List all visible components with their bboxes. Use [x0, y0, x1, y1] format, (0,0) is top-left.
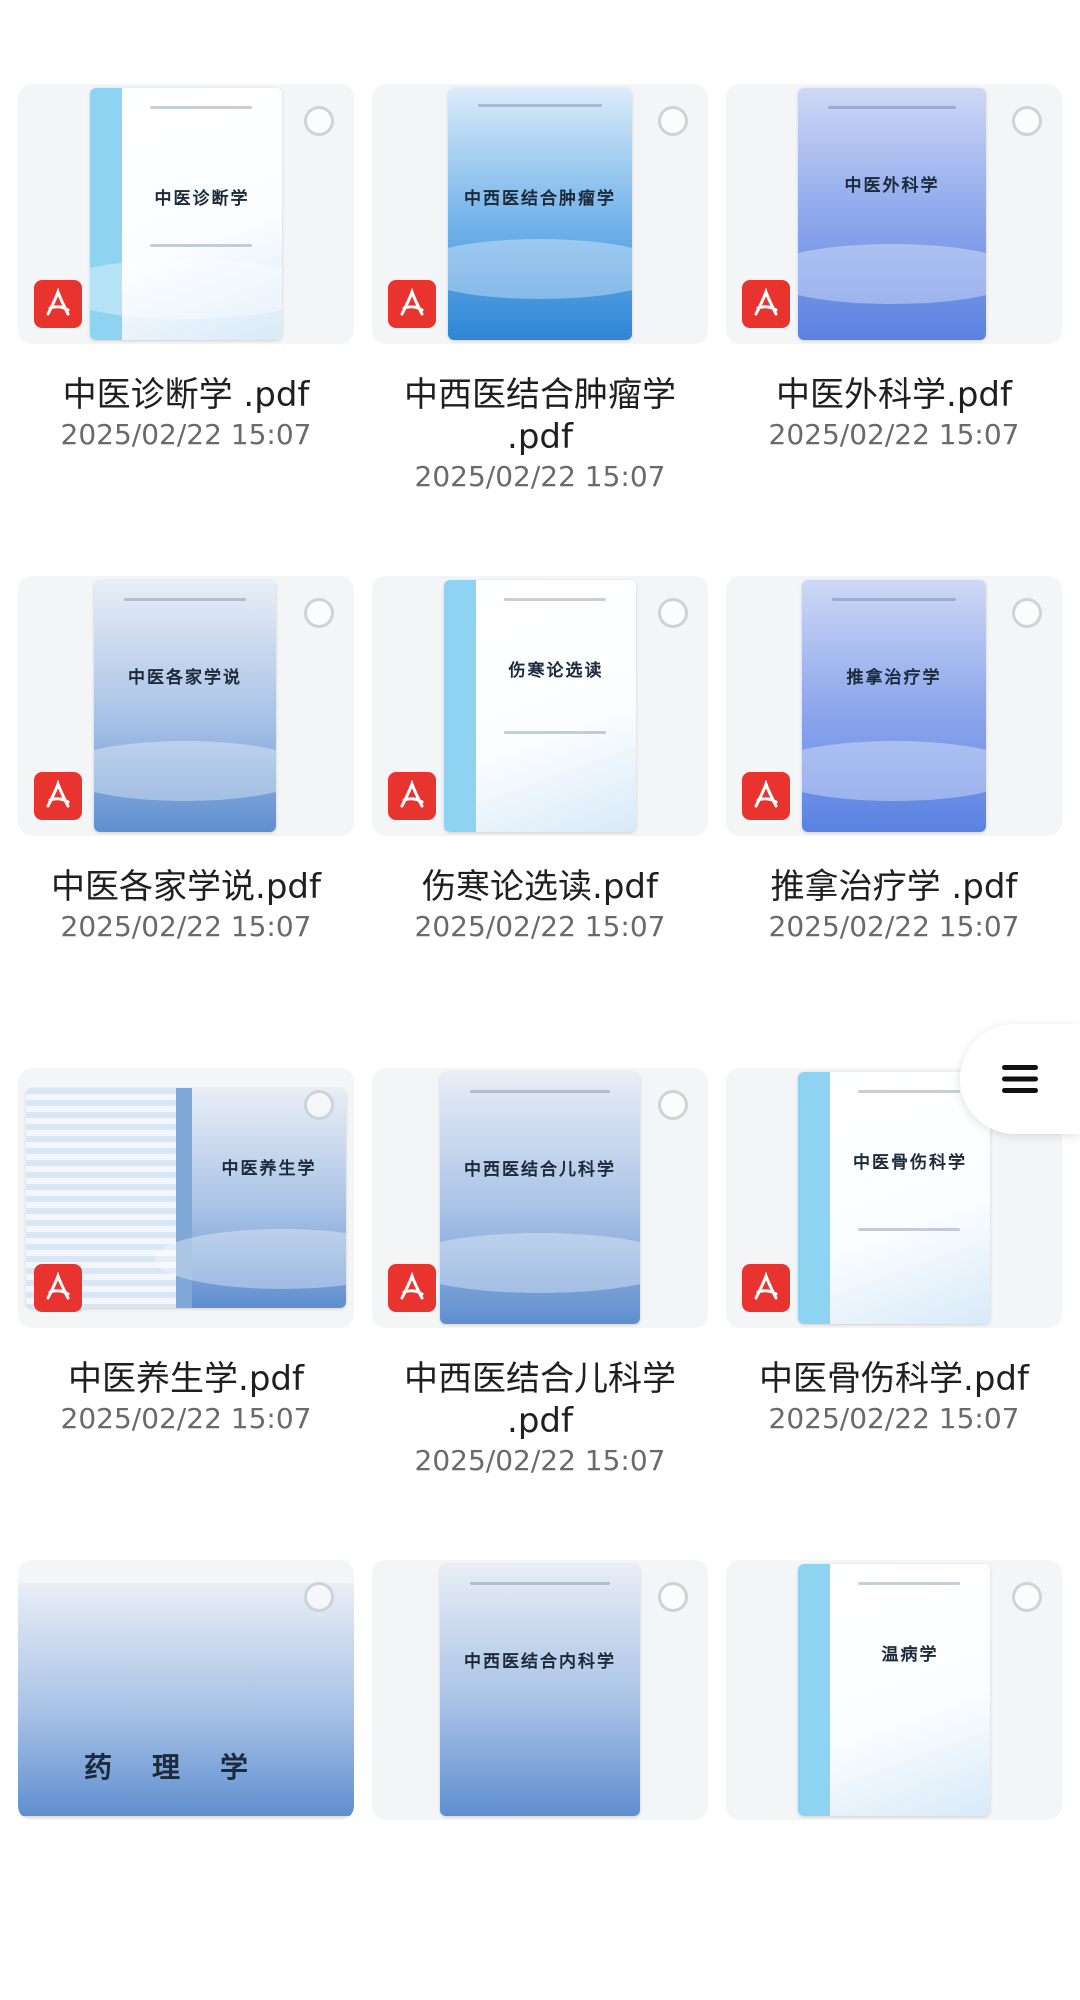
file-item[interactable]: 中西医结合儿科学 中西医结合儿科学 .pdf 2025/02/22 15:07: [372, 1068, 708, 1508]
cover-title: 中医诊断学: [154, 188, 250, 209]
file-item[interactable]: 药理学: [18, 1560, 354, 2000]
book-cover: 伤寒论选读: [444, 580, 636, 832]
select-circle-icon[interactable]: [658, 106, 688, 136]
cover-title: 中医各家学说: [128, 668, 242, 689]
file-date: 2025/02/22 15:07: [60, 1402, 312, 1435]
select-circle-icon[interactable]: [304, 598, 334, 628]
pdf-icon: [388, 280, 436, 328]
cover-title: 推拿治疗学: [846, 668, 942, 689]
file-thumbnail[interactable]: 中西医结合内科学: [372, 1560, 708, 1820]
pdf-icon: [742, 1264, 790, 1312]
file-item[interactable]: 中医骨伤科学 中医骨伤科学.pdf 2025/02/22 15:07: [726, 1068, 1062, 1508]
menu-button[interactable]: [960, 1024, 1080, 1134]
file-date: 2025/02/22 15:07: [414, 460, 666, 493]
file-name: 中医养生学.pdf: [68, 1359, 304, 1399]
file-item[interactable]: 中医外科学 中医外科学.pdf 2025/02/22 15:07: [726, 84, 1062, 524]
menu-icon: [1002, 1065, 1038, 1093]
file-name: 伤寒论选读.pdf: [422, 867, 658, 907]
select-circle-icon[interactable]: [304, 1582, 334, 1612]
select-circle-icon[interactable]: [1012, 106, 1042, 136]
file-item[interactable]: 中西医结合肿瘤学 中西医结合肿瘤学 .pdf 2025/02/22 15:07: [372, 84, 708, 524]
file-date: 2025/02/22 15:07: [60, 418, 312, 451]
pdf-icon: [34, 772, 82, 820]
cover-title: 药理学: [83, 1751, 288, 1785]
file-date: 2025/02/22 15:07: [768, 910, 1020, 943]
select-circle-icon[interactable]: [658, 1582, 688, 1612]
file-item[interactable]: 中医诊断学 中医诊断学 .pdf 2025/02/22 15:07: [18, 84, 354, 524]
file-thumbnail[interactable]: 药理学: [18, 1560, 354, 1820]
book-cover: 中医骨伤科学: [798, 1072, 990, 1324]
pdf-icon: [742, 772, 790, 820]
file-name: 推拿治疗学 .pdf: [770, 867, 1018, 907]
select-circle-icon[interactable]: [304, 106, 334, 136]
file-name: 中医外科学.pdf: [776, 375, 1012, 415]
cover-title: 中医骨伤科学: [853, 1152, 967, 1173]
book-cover: 温病学: [798, 1564, 990, 1816]
book-cover: 中西医结合儿科学: [440, 1072, 640, 1324]
file-date: 2025/02/22 15:07: [768, 1402, 1020, 1435]
file-thumbnail[interactable]: 推拿治疗学: [726, 576, 1062, 836]
book-cover: 中医外科学: [798, 88, 986, 340]
file-date: 2025/02/22 15:07: [414, 1444, 666, 1477]
select-circle-icon[interactable]: [658, 1090, 688, 1120]
book-cover: 推拿治疗学: [802, 580, 986, 832]
cover-title: 温病学: [881, 1644, 939, 1665]
file-thumbnail[interactable]: 中医各家学说: [18, 576, 354, 836]
select-circle-icon[interactable]: [658, 598, 688, 628]
file-item[interactable]: 中医养生学 中医养生学.pdf 2025/02/22 15:07: [18, 1068, 354, 1508]
file-date: 2025/02/22 15:07: [60, 910, 312, 943]
file-thumbnail[interactable]: 中医养生学: [18, 1068, 354, 1328]
file-thumbnail[interactable]: 中医诊断学: [18, 84, 354, 344]
cover-title: 中西医结合内科学: [464, 1652, 616, 1673]
pdf-icon: [34, 1264, 82, 1312]
file-date: 2025/02/22 15:07: [768, 418, 1020, 451]
file-name: 中西医结合儿科学 .pdf: [404, 1359, 676, 1441]
file-thumbnail[interactable]: 温病学: [726, 1560, 1062, 1820]
pdf-icon: [742, 280, 790, 328]
file-item[interactable]: 中西医结合内科学: [372, 1560, 708, 2000]
pdf-icon: [34, 280, 82, 328]
file-item[interactable]: 伤寒论选读 伤寒论选读.pdf 2025/02/22 15:07: [372, 576, 708, 1016]
file-name: 中医各家学说.pdf: [51, 867, 321, 907]
cover-title: 中西医结合肿瘤学: [464, 188, 616, 209]
file-thumbnail[interactable]: 中西医结合肿瘤学: [372, 84, 708, 344]
book-cover: 中医诊断学: [90, 88, 282, 340]
cover-title: 中西医结合儿科学: [464, 1160, 616, 1181]
file-thumbnail[interactable]: 伤寒论选读: [372, 576, 708, 836]
file-thumbnail[interactable]: 中医外科学: [726, 84, 1062, 344]
file-name: 中西医结合肿瘤学 .pdf: [404, 375, 676, 457]
book-cover: 药理学: [18, 1584, 354, 1816]
cover-title: 中医养生学: [221, 1159, 317, 1179]
file-item[interactable]: 推拿治疗学 推拿治疗学 .pdf 2025/02/22 15:07: [726, 576, 1062, 1016]
file-item[interactable]: 温病学: [726, 1560, 1062, 2000]
book-cover: 中西医结合肿瘤学: [448, 88, 632, 340]
select-circle-icon[interactable]: [304, 1090, 334, 1120]
file-item[interactable]: 中医各家学说 中医各家学说.pdf 2025/02/22 15:07: [18, 576, 354, 1016]
file-date: 2025/02/22 15:07: [414, 910, 666, 943]
file-thumbnail[interactable]: 中西医结合儿科学: [372, 1068, 708, 1328]
cover-title: 中医外科学: [844, 176, 940, 197]
file-name: 中医诊断学 .pdf: [62, 375, 310, 415]
file-grid: 中医诊断学 中医诊断学 .pdf 2025/02/22 15:07 中西医结合肿…: [0, 0, 1080, 1820]
book-cover: 中医各家学说: [94, 580, 276, 832]
select-circle-icon[interactable]: [1012, 1582, 1042, 1612]
cover-title: 伤寒论选读: [508, 660, 604, 681]
pdf-icon: [388, 1264, 436, 1312]
file-name: 中医骨伤科学.pdf: [759, 1359, 1029, 1399]
pdf-icon: [388, 772, 436, 820]
book-cover: 中西医结合内科学: [440, 1564, 640, 1816]
select-circle-icon[interactable]: [1012, 598, 1042, 628]
